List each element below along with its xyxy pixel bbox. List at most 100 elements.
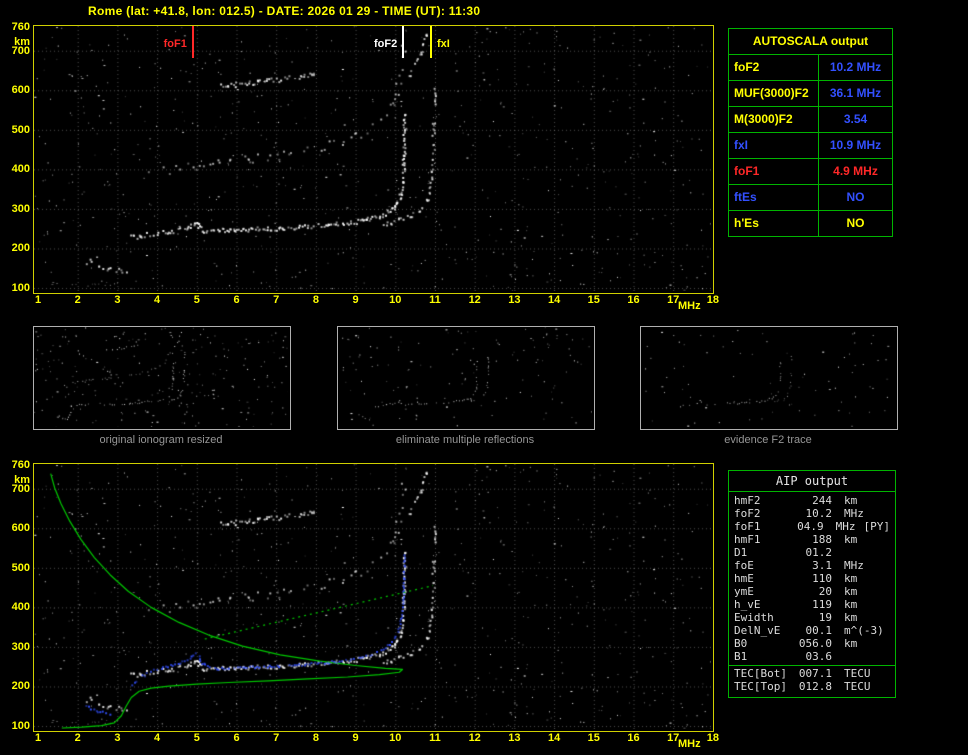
aip-value: 03.6 [805,650,833,663]
autoscala-row: M(3000)F2 3.54 [729,107,892,133]
aip-row: foF2 10.2 MHz [729,507,895,520]
x-tick-label: 9 [352,732,359,744]
aip-value: 244 [812,494,832,507]
autoscala-param: foF1 [729,159,819,184]
x-tick-label: 3 [114,732,121,744]
x-tick-label: 18 [706,732,720,744]
aip-value: 20 [818,585,832,598]
thumbnail-original-canvas [34,327,288,427]
aip-value: 056.0 [798,637,832,650]
x-tick-label: 10 [389,294,402,306]
aip-row: TEC[Top] 012.8 TECU [729,680,895,693]
x-tick-label: 9 [352,294,359,306]
aip-unit: m^(-3) [844,624,884,637]
aip-row: ymE 20 km [729,585,895,598]
aip-param: D1 [734,546,748,559]
aip-param: TEC[Top] [734,680,787,693]
aip-param: foF2 [734,507,761,520]
aip-unit: km [844,494,858,507]
y-tick-label: 300 [11,640,30,653]
autoscala-value: 36.1 MHz [829,86,882,100]
x-tick-label: 13 [508,732,521,744]
y-tick-label: 500 [11,123,30,136]
x-tick-label: 18 [706,294,720,306]
x-tick-label: 4 [154,294,161,306]
x-tick-label: 13 [508,294,521,306]
aip-unit: MHz [844,507,864,520]
x-tick-label: 14 [547,294,561,306]
aip-unit: km [844,533,858,546]
y-tick-label: 100 [11,720,30,733]
aip-row: B1 03.6 [729,650,895,663]
y-tick-label: 300 [11,202,30,215]
aip-param: foE [734,559,754,572]
autoscala-row: h'Es NO [729,211,892,236]
thumbnail-caption-evidence: evidence F2 trace [724,434,812,446]
x-tick-label: 15 [587,732,600,744]
aip-value: 00.1 [805,624,833,637]
aip-unit: km [844,611,858,624]
x-tick-label: 7 [273,294,280,306]
x-tick-label: 15 [587,294,600,306]
aip-table-rows: hmF2 244 km foF2 10.2 MHz foF1 04.9 MHz [PY] hmF1 1… [729,492,895,663]
y-axis-unit: km [14,36,30,48]
autoscala-value: 10.9 MHz [829,138,882,152]
aip-table-title: AIP output [729,471,895,492]
aip-param: B1 [734,650,748,663]
aip-tec-rows: TEC[Bot] 007.1 TECU TEC[Top] 012.8 TECU [729,667,895,693]
autoscala-value: NO [846,216,865,230]
aip-param: hmE [734,572,754,585]
y-tick-label: 200 [11,242,30,255]
aip-row: hmF1 188 km [729,533,895,546]
x-tick-label: 4 [154,732,161,744]
autoscala-row: fxI 10.9 MHz [729,133,892,159]
aip-unit: MHz [835,520,856,533]
aip-value: 3.1 [812,559,832,572]
autoscala-param: foF2 [729,55,819,80]
thumbnail-evidence-f2 [640,326,898,430]
aip-param: TEC[Bot] [734,667,787,680]
autoscala-value: 3.54 [843,112,868,126]
marker-label-fxI: fxI [437,38,450,50]
marker-line-foF1 [191,26,194,58]
thumbnail-original-ionogram [33,326,291,430]
thumbnail-caption-original: original ionogram resized [99,434,223,446]
thumbnail-evidence-canvas [641,327,895,427]
aip-row: TEC[Bot] 007.1 TECU [729,667,895,680]
x-tick-label: 14 [547,732,561,744]
aip-value: 19 [818,611,832,624]
aip-param: Ewidth [734,611,774,624]
autoscala-table-rows: foF2 10.2 MHz MUF(3000)F2 36.1 MHz M(3000)F2… [729,55,892,236]
bottom-ionogram-plot [33,463,714,732]
aip-value: 119 [812,598,832,611]
marker-line-fxI [430,26,433,58]
aip-param: h_vE [734,598,761,611]
y-tick-label: 600 [11,84,30,97]
top-ionogram-canvas [34,26,711,291]
aip-row: D1 01.2 [729,546,895,559]
y-tick-label: 400 [11,163,30,176]
aip-value: 012.8 [798,680,832,693]
y-tick-label: 760 [11,21,30,33]
autoscala-param: M(3000)F2 [729,107,819,132]
x-tick-label: 8 [312,294,319,306]
marker-label-foF1: foF1 [163,38,187,50]
autoscala-value: 4.9 MHz [833,164,878,178]
y-tick-label: 500 [11,561,30,574]
x-tick-label: 6 [233,294,240,306]
y-tick-label: 200 [11,680,30,693]
aip-param: hmF1 [734,533,761,546]
aip-unit: TECU [844,667,871,680]
aip-row: hmE 110 km [729,572,895,585]
aip-table-separator [729,665,895,666]
aip-unit: TECU [844,680,871,693]
aip-value: 10.2 [805,507,833,520]
aip-value: 04.9 [797,520,824,533]
x-tick-label: 10 [389,732,402,744]
thumbnail-caption-eliminate: eliminate multiple reflections [395,434,535,446]
autoscala-param: fxI [729,133,819,158]
aip-unit: km [844,585,858,598]
x-tick-label: 1 [34,732,42,744]
x-tick-label: 16 [627,732,640,744]
autoscala-row: MUF(3000)F2 36.1 MHz [729,81,892,107]
